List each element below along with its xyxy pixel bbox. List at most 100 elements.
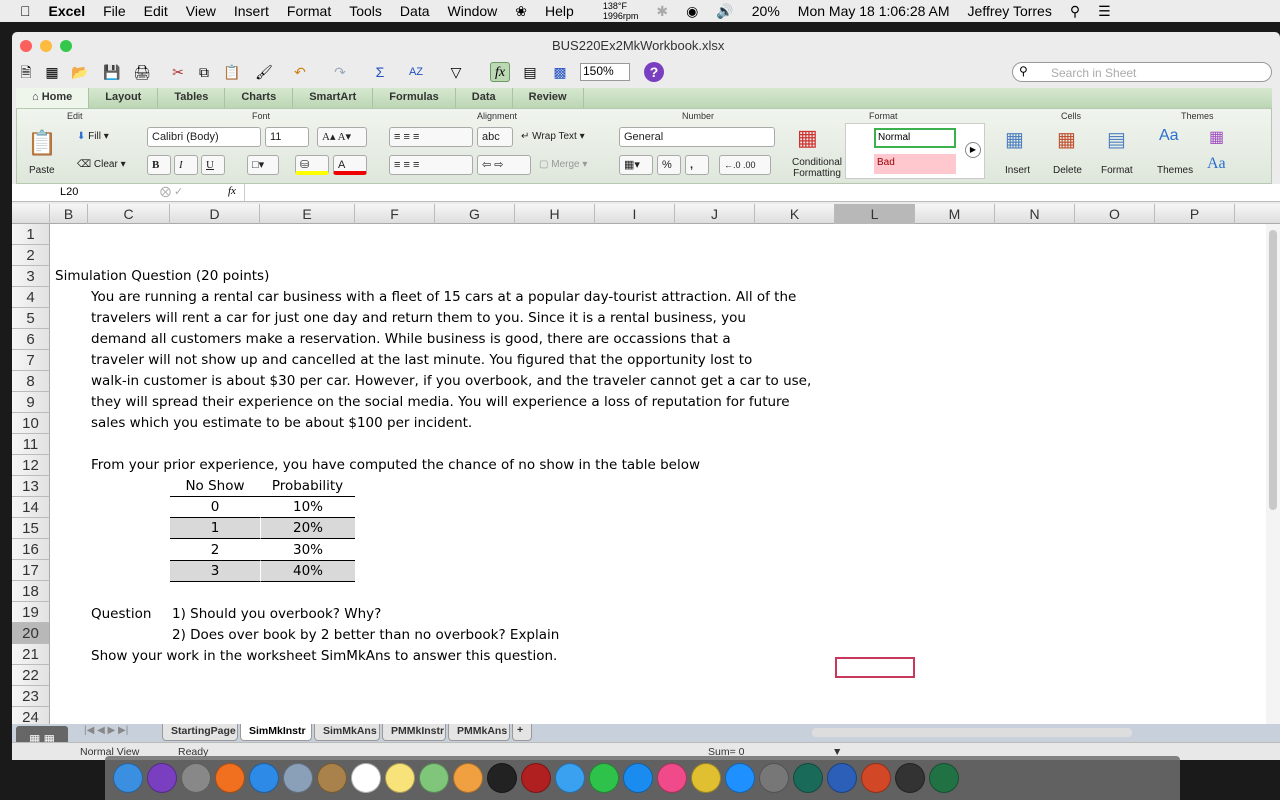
row-header-8[interactable]: 8: [12, 371, 50, 392]
column-header-G[interactable]: G: [435, 204, 515, 224]
vertical-scrollbar[interactable]: [1266, 224, 1280, 724]
preview-icon[interactable]: [283, 763, 313, 793]
activity-monitor-icon[interactable]: [487, 763, 517, 793]
calendar-icon[interactable]: [351, 763, 381, 793]
theme-fonts-icon[interactable]: Aa: [1207, 155, 1226, 173]
row-header-10[interactable]: 10: [12, 413, 50, 434]
table-header-no-show[interactable]: No Show: [170, 476, 260, 497]
media-browser-icon[interactable]: ▩: [550, 62, 570, 82]
cut-icon[interactable]: ✂: [168, 62, 188, 82]
row-header-3[interactable]: 3: [12, 266, 50, 287]
cell-C18[interactable]: Question: [91, 604, 151, 625]
clear-button[interactable]: ⌫ Clear ▾: [77, 159, 126, 170]
table-cell-probability[interactable]: 30%: [260, 540, 355, 561]
column-header-L[interactable]: L: [835, 204, 915, 224]
conditional-formatting-button[interactable]: Conditional Formatting: [787, 157, 847, 179]
sheet-tab-simmkinstr[interactable]: SimMkInstr: [240, 724, 312, 741]
wrap-text-button[interactable]: ↵ Wrap Text ▾: [521, 131, 585, 142]
tab-tables[interactable]: Tables: [158, 88, 226, 108]
word-icon[interactable]: [827, 763, 857, 793]
paste-icon[interactable]: 📋: [222, 62, 242, 82]
table-cell-probability[interactable]: 40%: [260, 561, 355, 582]
new-icon[interactable]: 🗎: [16, 62, 36, 82]
cell-C20[interactable]: Show your work in the worksheet SimMkAns…: [91, 646, 557, 667]
theme-colors-icon[interactable]: ▦: [1209, 127, 1224, 147]
insert-cells-button[interactable]: Insert: [1005, 165, 1030, 176]
menu-data[interactable]: Data: [400, 3, 430, 19]
column-header-E[interactable]: E: [260, 204, 355, 224]
orientation-button[interactable]: abc: [477, 127, 513, 147]
delete-cells-icon[interactable]: ▦: [1057, 127, 1076, 152]
row-header-21[interactable]: 21: [12, 644, 50, 665]
siri-icon[interactable]: [147, 763, 177, 793]
sheet-tab-pmmkans[interactable]: PMMkAns: [448, 724, 510, 741]
wifi-icon[interactable]: ◉: [686, 3, 698, 20]
menu-edit[interactable]: Edit: [144, 3, 168, 19]
formula-input[interactable]: [244, 184, 1264, 201]
cell-B2[interactable]: Simulation Question (20 points): [55, 266, 269, 287]
messages-icon[interactable]: [555, 763, 585, 793]
launchpad-icon[interactable]: [181, 763, 211, 793]
safari-icon[interactable]: [249, 763, 279, 793]
font-size-grow-shrink[interactable]: A▴ A▾: [317, 127, 367, 147]
selected-cell-L20[interactable]: [835, 657, 915, 678]
maps-icon[interactable]: [419, 763, 449, 793]
column-header-F[interactable]: F: [355, 204, 435, 224]
save-icon[interactable]: 💾: [102, 62, 122, 82]
cell-C5[interactable]: demand all customers make a reservation.…: [91, 329, 731, 350]
table-cell-probability[interactable]: 10%: [260, 497, 355, 518]
horizontal-scrollbar[interactable]: [812, 728, 1132, 737]
comma-button[interactable]: ,: [685, 155, 709, 175]
fill-button[interactable]: ⬇ Fill ▾: [77, 131, 109, 142]
row-header-18[interactable]: 18: [12, 581, 50, 602]
styles-more-icon[interactable]: ▶: [965, 142, 981, 158]
column-header-N[interactable]: N: [995, 204, 1075, 224]
tab-layout[interactable]: Layout: [89, 88, 159, 108]
photos-icon[interactable]: [453, 763, 483, 793]
format-cells-button[interactable]: Format: [1101, 165, 1133, 176]
contacts-icon[interactable]: [317, 763, 347, 793]
row-header-15[interactable]: 15: [12, 518, 50, 539]
themes-icon[interactable]: Aa: [1159, 127, 1179, 145]
paste-icon[interactable]: 📋: [27, 129, 57, 158]
minimize-button[interactable]: [40, 40, 52, 52]
bold-button[interactable]: B: [147, 155, 171, 175]
row-header-1[interactable]: 1: [12, 224, 50, 245]
tab-data[interactable]: Data: [456, 88, 513, 108]
vertical-align-buttons[interactable]: ≡ ≡ ≡: [389, 127, 473, 147]
underline-button[interactable]: U: [201, 155, 225, 175]
borders-button[interactable]: □▾: [247, 155, 279, 175]
row-header-14[interactable]: 14: [12, 497, 50, 518]
bluetooth-icon[interactable]: ✱: [656, 3, 668, 20]
spotlight-icon[interactable]: ⚲: [1070, 3, 1080, 20]
system-preferences-icon[interactable]: [759, 763, 789, 793]
style-bad[interactable]: Bad: [874, 154, 956, 174]
app-store-icon[interactable]: [725, 763, 755, 793]
row-header-20[interactable]: 20: [12, 623, 50, 644]
row-header-7[interactable]: 7: [12, 350, 50, 371]
fx-icon[interactable]: fx: [228, 185, 236, 197]
battery-label[interactable]: 20%: [752, 3, 780, 19]
cell-C11[interactable]: From your prior experience, you have com…: [91, 455, 700, 476]
itunes-icon[interactable]: [657, 763, 687, 793]
themes-button[interactable]: Themes: [1157, 165, 1193, 176]
sheet-nav-arrows[interactable]: |◀ ◀ ▶ ▶|: [84, 725, 128, 736]
fill-color-button[interactable]: ⛁: [295, 155, 329, 175]
number-format-select[interactable]: General: [619, 127, 775, 147]
apple-icon[interactable]: : [20, 3, 31, 19]
percent-button[interactable]: %: [657, 155, 681, 175]
menu-tools[interactable]: Tools: [349, 3, 382, 19]
excel-icon[interactable]: [929, 763, 959, 793]
cell-C6[interactable]: traveler will not show up and cancelled …: [91, 350, 752, 371]
script-icon[interactable]: ❀: [515, 3, 527, 20]
row-header-19[interactable]: 19: [12, 602, 50, 623]
search-field[interactable]: ⚲ Search in Sheet: [1012, 62, 1272, 82]
facetime-icon[interactable]: [589, 763, 619, 793]
sort-icon[interactable]: AZ: [406, 62, 426, 82]
row-header-2[interactable]: 2: [12, 245, 50, 266]
horizontal-align-buttons[interactable]: ≡ ≡ ≡: [389, 155, 473, 175]
tab-review[interactable]: Review: [513, 88, 584, 108]
filter-icon[interactable]: ▽: [446, 62, 466, 82]
print-icon[interactable]: 🖨: [132, 62, 152, 82]
column-header-M[interactable]: M: [915, 204, 995, 224]
